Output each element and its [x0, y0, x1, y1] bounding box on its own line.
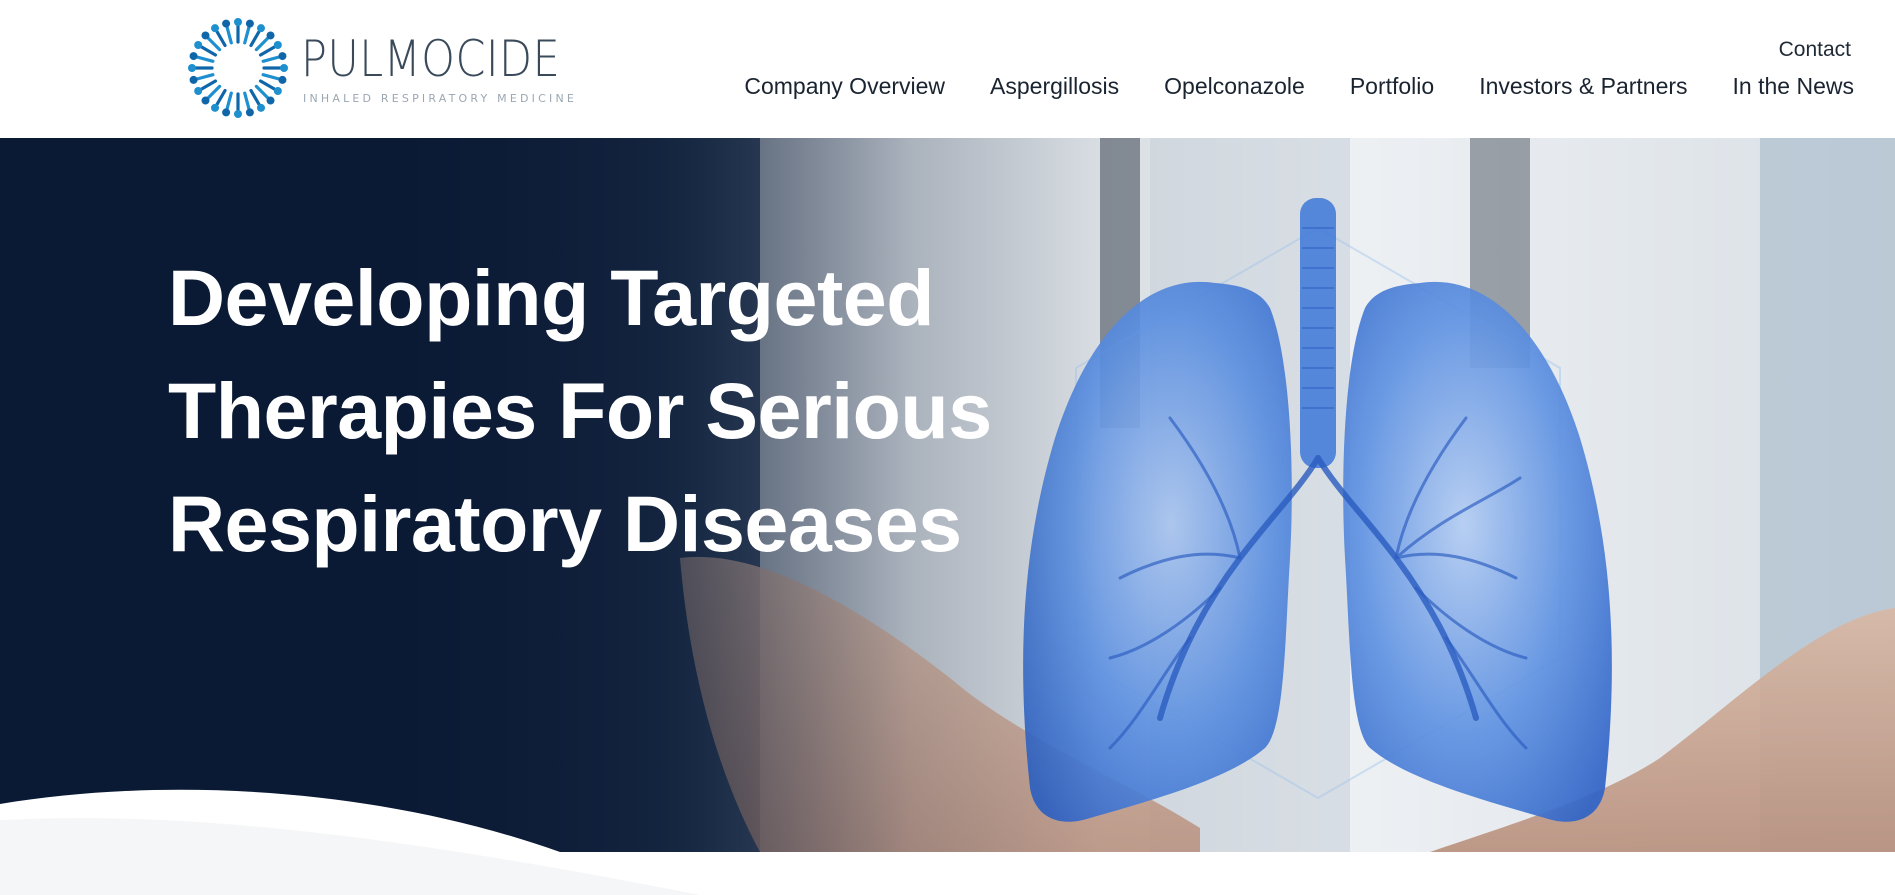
hero-banner: Developing Targeted Therapies For Seriou…: [0, 138, 1895, 852]
contact-link[interactable]: Contact: [1779, 39, 1851, 60]
main-nav: Company Overview Aspergillosis Opelconaz…: [744, 75, 1854, 98]
hero-heading-line-3: Respiratory Diseases: [168, 479, 962, 568]
nav-item-company-overview[interactable]: Company Overview: [744, 75, 945, 98]
hero-bottom-wave: [0, 789, 1895, 895]
nav-item-aspergillosis[interactable]: Aspergillosis: [990, 75, 1119, 98]
site-header: PULMOCIDE INHALED RESPIRATORY MEDICINE C…: [0, 0, 1895, 138]
hero-heading-line-1: Developing Targeted: [168, 253, 935, 342]
hero-heading-line-2: Therapies For Serious: [168, 366, 992, 455]
nav-item-investors-partners[interactable]: Investors & Partners: [1479, 75, 1687, 98]
pulmocide-starburst-icon: [188, 18, 288, 118]
logo-wordmark: PULMOCIDE: [301, 30, 561, 88]
nav-item-portfolio[interactable]: Portfolio: [1350, 75, 1434, 98]
pulmocide-logo[interactable]: PULMOCIDE INHALED RESPIRATORY MEDICINE: [186, 16, 574, 120]
hero-heading: Developing Targeted Therapies For Seriou…: [168, 241, 1028, 580]
nav-item-in-the-news[interactable]: In the News: [1733, 75, 1854, 98]
nav-item-opelconazole[interactable]: Opelconazole: [1164, 75, 1305, 98]
logo-tagline: INHALED RESPIRATORY MEDICINE: [303, 92, 578, 105]
